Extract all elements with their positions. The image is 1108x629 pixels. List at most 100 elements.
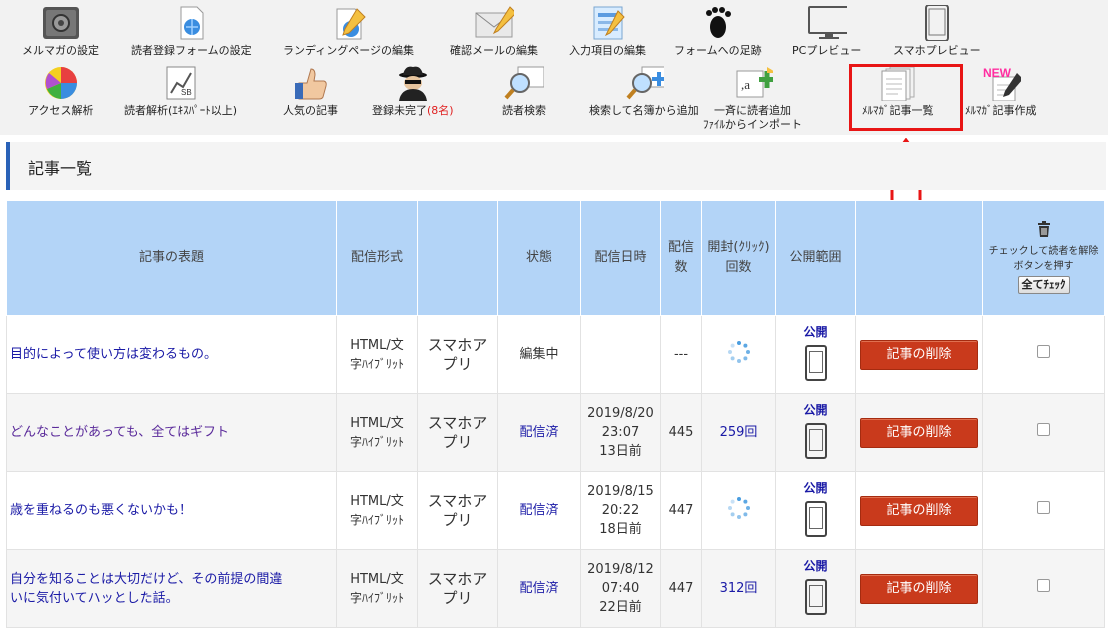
bulk-add-readers-button[interactable]: ,a 一斉に読者追加 ﾌｧｲﾙからインポート	[703, 64, 802, 132]
toolbar-label: メルマガの設定	[22, 44, 99, 57]
status-link[interactable]: 配信済	[519, 581, 558, 596]
app-text: スマホア	[427, 491, 488, 510]
date-cell	[580, 315, 661, 394]
toolbar-label: 読者登録フォームの設定	[131, 44, 252, 57]
col-date-header: 配信日時	[580, 200, 661, 316]
format-text: HTML/文	[350, 571, 404, 587]
article-title-link[interactable]: 歳を重ねるのも悪くないかも！	[10, 503, 192, 518]
row-checkbox[interactable]	[1037, 579, 1050, 592]
toolbar-label: 確認メールの編集	[450, 44, 538, 57]
smartphone-icon	[804, 578, 827, 615]
newsletter-settings-button[interactable]: メルマガの設定	[22, 4, 99, 58]
check-all-button[interactable]: 全てﾁｪｯｸ	[1017, 276, 1070, 294]
status-text: 編集中	[497, 315, 581, 394]
delete-article-button[interactable]: 記事の削除	[860, 417, 978, 448]
public-scope-link[interactable]: 公開	[779, 401, 852, 420]
row-checkbox[interactable]	[1037, 345, 1050, 358]
incomplete-count: (8名)	[427, 104, 454, 117]
landing-page-edit-button[interactable]: ランディングページの編集	[283, 4, 414, 58]
row-checkbox[interactable]	[1037, 501, 1050, 514]
toolbar-label: 人気の記事	[283, 104, 338, 117]
table-header-row: 記事の表題 配信形式 状態 配信日時 配信数 開封(ｸﾘｯｸ)回数 公開範囲 チ…	[6, 200, 1105, 316]
search-add-from-list-button[interactable]: 検索して名簿から追加	[589, 64, 699, 118]
create-article-button[interactable]: NEW ﾒﾙﾏｶﾞ記事作成	[965, 64, 1037, 118]
format-text: HTML/文	[350, 337, 404, 353]
status-link[interactable]: 配信済	[519, 425, 558, 440]
days-ago-text: 18日前	[599, 522, 642, 537]
search-add-icon	[624, 64, 664, 102]
col-opens-header: 開封(ｸﾘｯｸ)回数	[701, 200, 776, 316]
app-text: スマホア	[427, 413, 488, 432]
col-app-header	[417, 200, 498, 316]
form-fields-icon	[588, 4, 628, 42]
toolbar-label: スマホプレビュー	[893, 44, 981, 57]
smartphone-icon	[804, 344, 827, 381]
date-text: 2019/8/20	[587, 406, 654, 421]
toolbar-label: フォームへの足跡	[674, 44, 762, 57]
confirmation-mail-edit-button[interactable]: 確認メールの編集	[450, 4, 538, 58]
article-title-link[interactable]: 目的によって使い方は変わるもの。	[10, 347, 217, 362]
app-text-2: プリ	[442, 354, 473, 373]
popular-articles-button[interactable]: 人気の記事	[283, 64, 338, 118]
trash-icon	[1037, 221, 1051, 237]
status-link[interactable]: 配信済	[519, 503, 558, 518]
access-analysis-button[interactable]: アクセス解析	[28, 64, 93, 118]
web-form-icon	[171, 4, 211, 42]
col-scope-header: 公開範囲	[775, 200, 856, 316]
import-file-icon: ,a	[733, 64, 773, 102]
toolbar-label: 検索して名簿から追加	[589, 104, 699, 117]
monitor-icon	[807, 4, 847, 42]
reader-search-button[interactable]: 読者検索	[502, 64, 546, 118]
sent-count: 445	[660, 393, 702, 472]
sent-count: 447	[660, 549, 702, 628]
app-text: スマホア	[427, 335, 488, 354]
table-row: 自分を知ることは大切だけど、その前提の間違 いに気付いてハッとした話。 HTML/…	[6, 549, 1105, 628]
toolbar-label: 入力項目の編集	[569, 44, 646, 57]
sent-count: 447	[660, 471, 702, 550]
format-text-2: 字ﾊｲﾌﾞﾘｯﾄ	[349, 590, 404, 605]
form-footprint-button[interactable]: フォームへの足跡	[674, 4, 762, 58]
article-title-link[interactable]: 自分を知ることは大切だけど、その前提の間違 いに気付いてハッとした話。	[10, 572, 282, 606]
article-title-line2: いに気付いてハッとした話。	[10, 590, 179, 606]
toolbar-label: ランディングページの編集	[283, 44, 415, 57]
col-sent-header: 配信数	[660, 200, 702, 316]
smartphone-preview-button[interactable]: スマホプレビュー	[893, 4, 981, 58]
new-badge: NEW	[983, 66, 1012, 80]
registration-form-settings-button[interactable]: 読者登録フォームの設定	[131, 4, 252, 58]
delete-article-button[interactable]: 記事の削除	[860, 573, 978, 604]
table-row: どんなことがあっても、全てはギフト HTML/文 字ﾊｲﾌﾞﾘｯﾄ スマホア プリ …	[6, 393, 1105, 472]
page-title: 記事一覧	[28, 159, 93, 178]
public-scope-link[interactable]: 公開	[779, 557, 852, 576]
pie-chart-icon	[41, 64, 81, 102]
time-text: 23:07	[601, 425, 640, 440]
article-title-link[interactable]: どんなことがあっても、全てはギフト	[10, 425, 229, 440]
app-text-2: プリ	[442, 432, 473, 451]
search-news-icon	[504, 64, 544, 102]
app-text-2: プリ	[442, 588, 473, 607]
svg-text:SB: SB	[181, 88, 192, 97]
col-delete-header	[855, 200, 983, 316]
toolbar-label-sub: ﾌｧｲﾙからインポート	[703, 118, 802, 131]
thumbs-up-icon	[291, 64, 331, 102]
smartphone-icon	[917, 4, 957, 42]
settings-icon	[41, 4, 81, 42]
time-text: 20:22	[601, 503, 640, 518]
row-checkbox[interactable]	[1037, 423, 1050, 436]
time-text: 07:40	[601, 581, 640, 596]
format-text-2: 字ﾊｲﾌﾞﾘｯﾄ	[349, 356, 404, 371]
open-count-link[interactable]: 259回	[720, 425, 758, 440]
public-scope-link[interactable]: 公開	[779, 479, 852, 498]
date-text: 2019/8/15	[587, 484, 654, 499]
reader-analysis-button[interactable]: SB 読者解析(ｴｷｽﾊﾟｰﾄ以上)	[124, 64, 237, 118]
incomplete-registration-button[interactable]: 登録未完了(8名)	[372, 64, 454, 118]
toolbar-label: ﾒﾙﾏｶﾞ記事作成	[965, 104, 1037, 117]
open-count-link[interactable]: 312回	[720, 581, 758, 596]
pc-preview-button[interactable]: PCプレビュー	[792, 4, 861, 58]
input-fields-edit-button[interactable]: 入力項目の編集	[569, 4, 646, 58]
loading-spinner-icon	[727, 340, 751, 364]
public-scope-link[interactable]: 公開	[779, 323, 852, 342]
smartphone-icon	[804, 500, 827, 537]
sent-count: ---	[660, 315, 702, 394]
delete-article-button[interactable]: 記事の削除	[860, 339, 978, 370]
delete-article-button[interactable]: 記事の削除	[860, 495, 978, 526]
